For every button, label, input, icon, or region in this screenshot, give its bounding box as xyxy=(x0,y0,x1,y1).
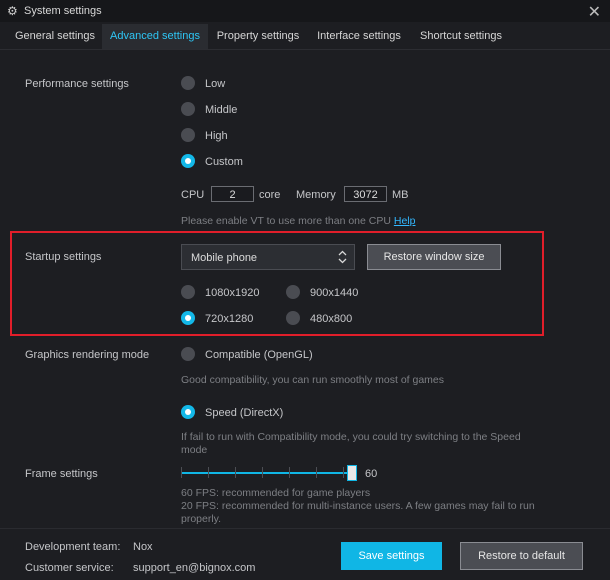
graphics-compatible-desc: Good compatibility, you can run smoothly… xyxy=(181,374,445,386)
customer-service-label: Customer service: xyxy=(25,562,114,574)
resolution-900x1440-radio[interactable] xyxy=(286,285,300,299)
frame-slider-thumb[interactable] xyxy=(347,465,357,481)
save-settings-button[interactable]: Save settings xyxy=(341,542,442,570)
slider-tick xyxy=(289,467,290,478)
resolution-480x800-radio[interactable] xyxy=(286,311,300,325)
customer-service-value: support_en@bignox.com xyxy=(133,562,256,574)
vt-note-text: Please enable VT to use more than one CP… xyxy=(181,215,391,227)
tab-shortcut-settings[interactable]: Shortcut settings xyxy=(410,24,512,49)
memory-unit-label: MB xyxy=(392,189,409,201)
performance-custom-label: Custom xyxy=(205,156,243,168)
vt-note: Please enable VT to use more than one CP… xyxy=(181,215,415,228)
resolution-720x1280-label: 720x1280 xyxy=(205,313,254,325)
tab-property-settings[interactable]: Property settings xyxy=(208,24,308,49)
performance-middle-label: Middle xyxy=(205,104,238,116)
window-title: System settings xyxy=(24,5,102,17)
resolution-1080x1920-radio[interactable] xyxy=(181,285,195,299)
performance-middle-radio[interactable] xyxy=(181,102,195,116)
graphics-speed-desc-line2: mode xyxy=(181,444,208,456)
footer-divider xyxy=(0,528,610,529)
tab-interface-settings[interactable]: Interface settings xyxy=(308,24,410,49)
slider-tick xyxy=(343,467,344,478)
performance-settings-label: Performance settings xyxy=(25,78,129,90)
tab-bar: General settings Advanced settings Prope… xyxy=(0,24,610,50)
graphics-rendering-label: Graphics rendering mode xyxy=(25,349,150,361)
dev-team-label: Development team: xyxy=(25,541,121,553)
close-button[interactable]: ✕ xyxy=(588,2,601,22)
slider-tick xyxy=(208,467,209,478)
restore-to-default-button[interactable]: Restore to default xyxy=(460,542,583,570)
dev-team-value: Nox xyxy=(133,541,153,553)
gear-icon: ⚙ xyxy=(7,4,18,18)
slider-tick xyxy=(235,467,236,478)
frame-settings-label: Frame settings xyxy=(25,468,98,480)
graphics-compatible-radio[interactable] xyxy=(181,347,195,361)
resolution-1080x1920-label: 1080x1920 xyxy=(205,287,260,299)
cpu-label: CPU xyxy=(181,189,205,201)
resolution-480x800-label: 480x800 xyxy=(310,313,353,325)
memory-label: Memory xyxy=(296,189,336,201)
resolution-720x1280-radio[interactable] xyxy=(181,311,195,325)
performance-high-radio[interactable] xyxy=(181,128,195,142)
restore-window-size-button[interactable]: Restore window size xyxy=(367,244,501,270)
slider-tick xyxy=(262,467,263,478)
graphics-speed-label: Speed (DirectX) xyxy=(205,407,284,419)
device-type-select[interactable]: Mobile phone xyxy=(181,244,355,270)
help-link[interactable]: Help xyxy=(394,215,416,227)
performance-low-radio[interactable] xyxy=(181,76,195,90)
title-bar: ⚙ System settings ✕ xyxy=(0,0,610,22)
tab-general-settings[interactable]: General settings xyxy=(8,24,102,49)
frame-desc-60: 60 FPS: recommended for game players xyxy=(181,487,371,499)
cpu-unit-label: core xyxy=(259,189,281,201)
performance-high-label: High xyxy=(205,130,228,142)
tab-advanced-settings[interactable]: Advanced settings xyxy=(102,24,208,49)
chevron-up-down-icon xyxy=(338,250,347,264)
graphics-speed-desc-line1: If fail to run with Compatibility mode, … xyxy=(181,431,521,443)
resolution-900x1440-label: 900x1440 xyxy=(310,287,359,299)
memory-input[interactable]: 3072 xyxy=(344,186,387,202)
graphics-speed-radio[interactable] xyxy=(181,405,195,419)
cpu-input[interactable]: 2 xyxy=(211,186,254,202)
graphics-compatible-label: Compatible (OpenGL) xyxy=(205,349,313,361)
performance-low-label: Low xyxy=(205,78,226,90)
startup-settings-label: Startup settings xyxy=(25,251,102,263)
slider-tick xyxy=(181,467,182,478)
frame-slider-track[interactable] xyxy=(181,472,353,474)
frame-desc-20: 20 FPS: recommended for multi-instance u… xyxy=(181,500,535,512)
frame-desc-20-cont: properly. xyxy=(181,513,222,525)
performance-custom-radio[interactable] xyxy=(181,154,195,168)
frame-value: 60 xyxy=(365,468,378,480)
device-type-value: Mobile phone xyxy=(191,252,258,264)
slider-tick xyxy=(316,467,317,478)
